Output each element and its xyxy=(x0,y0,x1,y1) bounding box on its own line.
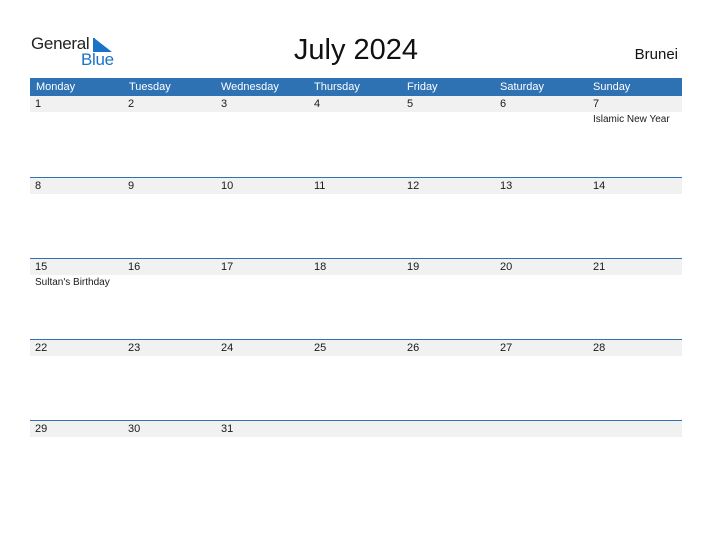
day-cell: 10 xyxy=(216,178,309,259)
day-number: 20 xyxy=(500,261,513,273)
day-number: 23 xyxy=(128,342,141,354)
day-number: 22 xyxy=(35,342,48,354)
day-number: 12 xyxy=(407,180,420,192)
day-number: 15 xyxy=(35,261,48,273)
weekday-sunday: Sunday xyxy=(593,81,631,93)
day-cell: 13 xyxy=(495,178,588,259)
day-cell: 12 xyxy=(402,178,495,259)
day-cell: 25 xyxy=(309,340,402,421)
day-cell: 2 xyxy=(123,96,216,177)
day-number: 18 xyxy=(314,261,327,273)
week-row: 22 23 24 25 26 27 28 xyxy=(30,339,682,421)
day-number: 6 xyxy=(500,98,507,110)
day-number: 2 xyxy=(128,98,135,110)
day-cell: 8 xyxy=(30,178,123,259)
day-cell: 16 xyxy=(123,259,216,340)
day-cell: 27 xyxy=(495,340,588,421)
weekday-thursday: Thursday xyxy=(314,81,360,93)
day-cell xyxy=(588,421,681,502)
day-number: 9 xyxy=(128,180,135,192)
week-row: 1 2 3 4 5 6 7 Islamic New Year xyxy=(30,96,682,177)
weekday-monday: Monday xyxy=(36,81,76,93)
day-cell xyxy=(495,421,588,502)
country-label: Brunei xyxy=(634,46,678,63)
weekday-saturday: Saturday xyxy=(500,81,545,93)
day-number: 26 xyxy=(407,342,420,354)
day-cell: 24 xyxy=(216,340,309,421)
day-number: 21 xyxy=(593,261,606,273)
day-cell: 21 xyxy=(588,259,681,340)
day-cell: 11 xyxy=(309,178,402,259)
day-cell: 22 xyxy=(30,340,123,421)
day-number: 30 xyxy=(128,423,141,435)
day-number: 13 xyxy=(500,180,513,192)
weekday-wednesday: Wednesday xyxy=(221,81,279,93)
day-cell: 14 xyxy=(588,178,681,259)
day-cell: 3 xyxy=(216,96,309,177)
weekday-tuesday: Tuesday xyxy=(129,81,171,93)
day-number: 31 xyxy=(221,423,234,435)
day-cell: 4 xyxy=(309,96,402,177)
day-cell: 18 xyxy=(309,259,402,340)
day-cell: 20 xyxy=(495,259,588,340)
day-cell xyxy=(402,421,495,502)
day-number: 14 xyxy=(593,180,606,192)
holiday-label: Sultan's Birthday xyxy=(35,277,110,288)
day-number: 17 xyxy=(221,261,234,273)
day-number: 8 xyxy=(35,180,42,192)
day-number: 29 xyxy=(35,423,48,435)
weekday-friday: Friday xyxy=(407,81,438,93)
day-cell xyxy=(309,421,402,502)
day-number: 1 xyxy=(35,98,42,110)
day-cell: 19 xyxy=(402,259,495,340)
week-row: 8 9 10 11 12 13 14 xyxy=(30,177,682,259)
day-cell: 5 xyxy=(402,96,495,177)
day-cell: 17 xyxy=(216,259,309,340)
day-number: 11 xyxy=(314,180,326,192)
day-cell: 29 xyxy=(30,421,123,502)
day-number: 25 xyxy=(314,342,327,354)
day-cell: 30 xyxy=(123,421,216,502)
day-number: 3 xyxy=(221,98,228,110)
day-number: 27 xyxy=(500,342,513,354)
day-cell: 7 Islamic New Year xyxy=(588,96,681,177)
day-number: 24 xyxy=(221,342,234,354)
week-row: 15 Sultan's Birthday 16 17 18 19 20 21 xyxy=(30,258,682,340)
holiday-label: Islamic New Year xyxy=(593,114,670,125)
day-cell: 6 xyxy=(495,96,588,177)
day-cell: 31 xyxy=(216,421,309,502)
week-row: 29 30 31 xyxy=(30,420,682,502)
day-cell: 9 xyxy=(123,178,216,259)
day-cell: 15 Sultan's Birthday xyxy=(30,259,123,340)
day-cell: 1 xyxy=(30,96,123,177)
day-cell: 28 xyxy=(588,340,681,421)
weekday-header: Monday Tuesday Wednesday Thursday Friday… xyxy=(30,78,682,96)
day-number: 16 xyxy=(128,261,141,273)
day-number: 4 xyxy=(314,98,321,110)
day-number: 7 xyxy=(593,98,600,110)
day-number: 5 xyxy=(407,98,414,110)
day-cell: 26 xyxy=(402,340,495,421)
day-number: 28 xyxy=(593,342,606,354)
day-number: 19 xyxy=(407,261,420,273)
day-cell: 23 xyxy=(123,340,216,421)
day-number: 10 xyxy=(221,180,234,192)
calendar-title: July 2024 xyxy=(293,34,419,66)
